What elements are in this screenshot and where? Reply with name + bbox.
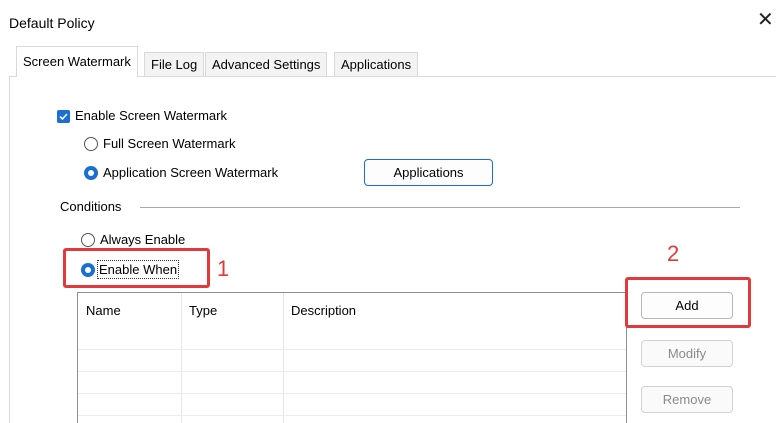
tab-label: Advanced Settings [212,57,321,72]
column-header-type[interactable]: Type [181,293,283,329]
tab-label: File Log [151,57,198,72]
conditions-separator [140,207,740,208]
tab-file-log[interactable]: File Log [144,52,205,76]
enable-watermark-checkbox[interactable] [57,110,70,123]
full-screen-label[interactable]: Full Screen Watermark [103,136,235,151]
app-screen-radio[interactable] [84,166,98,180]
annotation-box-add [625,277,751,328]
tab-screen-watermark[interactable]: Screen Watermark [16,46,138,77]
tab-page-border [9,77,10,423]
check-icon [59,113,68,121]
tab-label: Screen Watermark [23,54,131,69]
modify-button[interactable]: Modify [641,340,733,367]
row-divider [78,393,626,394]
column-divider [283,293,284,423]
row-divider [78,349,626,350]
app-screen-label[interactable]: Application Screen Watermark [103,165,278,180]
tab-label: Applications [341,57,412,72]
conditions-table[interactable]: Name Type Description [77,292,627,423]
row-divider [78,371,626,372]
applications-button[interactable]: Applications [364,159,493,186]
conditions-group-label: Conditions [60,199,122,214]
tab-advanced-settings[interactable]: Advanced Settings [205,52,328,76]
tab-applications[interactable]: Applications [334,52,419,76]
column-header-name[interactable]: Name [78,293,181,329]
column-divider [181,293,182,423]
annotation-number-2: 2 [667,241,680,266]
remove-button[interactable]: Remove [641,386,733,413]
always-enable-radio[interactable] [81,233,95,247]
window-title: Default Policy [9,15,95,31]
column-header-description[interactable]: Description [283,293,626,329]
annotation-box-enable-when [63,248,210,288]
annotation-number-1: 1 [217,256,230,281]
row-divider [78,415,626,416]
close-icon[interactable]: ✕ [757,10,774,30]
full-screen-radio[interactable] [84,137,98,151]
always-enable-label[interactable]: Always Enable [100,232,185,247]
enable-watermark-label[interactable]: Enable Screen Watermark [75,108,227,123]
